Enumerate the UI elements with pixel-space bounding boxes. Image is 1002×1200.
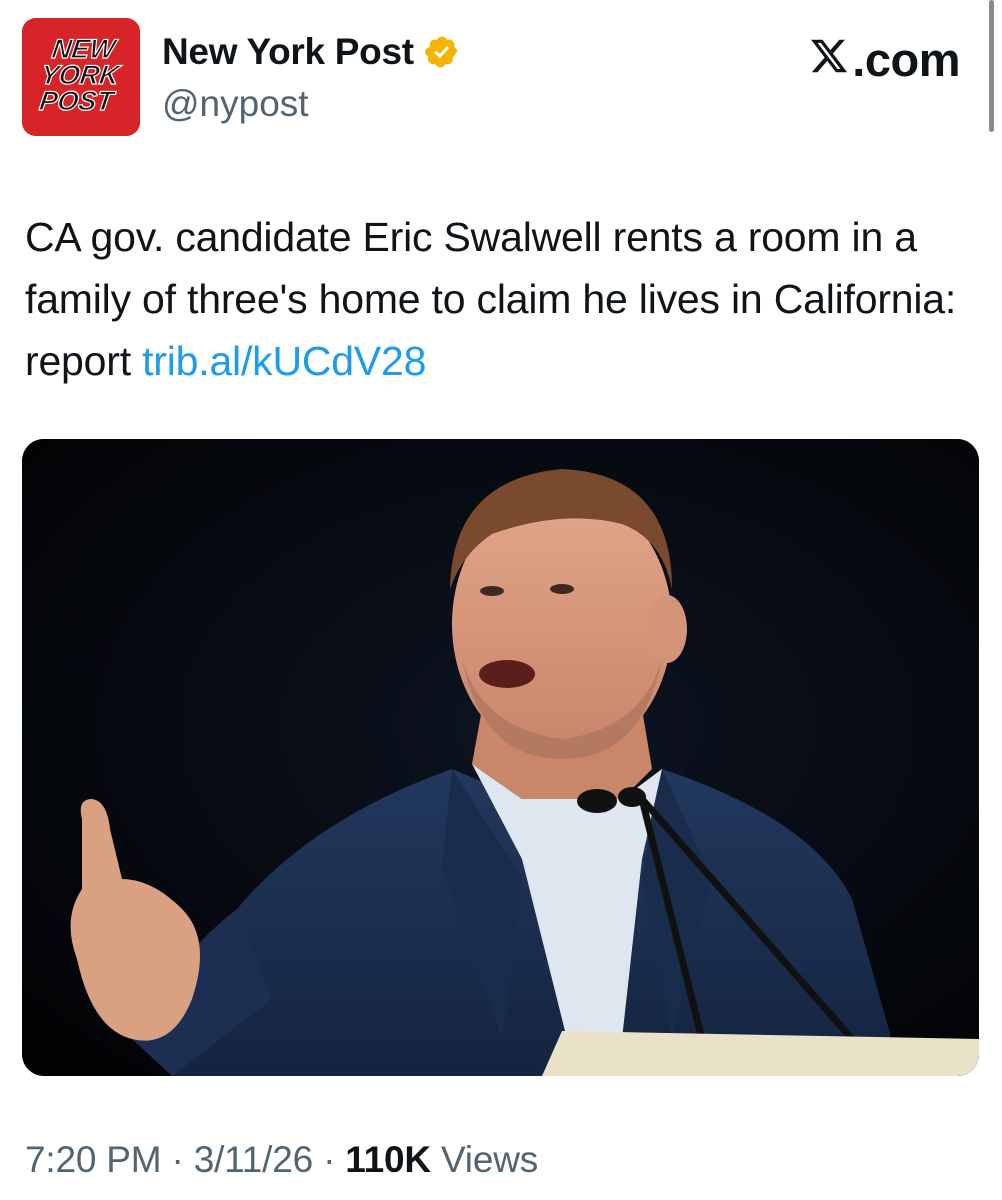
tweet-media[interactable] (22, 439, 979, 1076)
avatar[interactable]: NEW YORK POST (22, 18, 140, 136)
speaker-photo (22, 439, 979, 1076)
tweet-link[interactable]: trib.al/kUCdV28 (142, 338, 426, 384)
tweet-meta: 7:20 PM · 3/11/26 · 110K Views (25, 1138, 538, 1182)
site-label: .com (852, 33, 960, 86)
meta-separator: · (161, 1139, 194, 1180)
display-name[interactable]: New York Post (162, 28, 414, 76)
tweet-text: CA gov. candidate Eric Swalwell rents a … (25, 206, 990, 392)
account-handle[interactable]: @nypost (162, 80, 460, 128)
meta-separator-2: · (313, 1139, 346, 1180)
scrollbar[interactable] (989, 0, 994, 132)
tweet-date[interactable]: 3/11/26 (194, 1139, 314, 1180)
account-name-block: New York Post @nypost (162, 28, 460, 128)
verified-badge-icon (424, 34, 460, 70)
logo-line-post: POST (37, 85, 117, 116)
x-logo-icon (808, 32, 852, 88)
tweet-time[interactable]: 7:20 PM (25, 1139, 162, 1180)
views-count: 110K (345, 1139, 431, 1180)
display-name-row[interactable]: New York Post (162, 28, 460, 76)
views-label: Views (430, 1139, 539, 1180)
nypost-logo: NEW YORK POST (22, 18, 140, 136)
x-com-label: .com (808, 32, 960, 88)
